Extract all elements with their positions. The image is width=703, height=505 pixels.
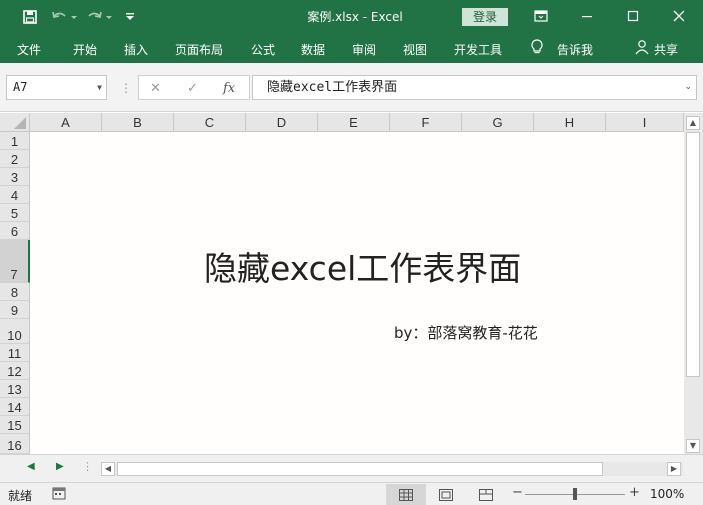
row-header[interactable]: 10 — [0, 319, 30, 344]
sheet-title-text[interactable]: 隐藏excel工作表界面 — [204, 242, 521, 290]
row-header[interactable]: 8 — [0, 283, 30, 301]
column-header-i[interactable]: I — [606, 113, 684, 132]
tab-home[interactable]: 开始 — [73, 41, 97, 58]
select-all-corner[interactable] — [0, 113, 30, 132]
sheet-tab-bar: ◀ ▶ ⋮ ◀ ▶ — [0, 454, 703, 482]
formula-bar-grip-icon[interactable]: ⋮ — [120, 81, 132, 95]
redo-icon[interactable] — [86, 7, 114, 27]
scroll-left-icon[interactable]: ◀ — [101, 462, 115, 476]
lightbulb-icon[interactable] — [530, 39, 544, 58]
row-header[interactable]: 16 — [0, 434, 30, 454]
tab-developer[interactable]: 开发工具 — [454, 41, 502, 58]
status-ready: 就绪 — [8, 489, 33, 503]
tab-page-layout[interactable]: 页面布局 — [175, 41, 223, 58]
row-header[interactable]: 14 — [0, 398, 30, 416]
row-header[interactable]: 6 — [0, 222, 30, 240]
row-header[interactable]: 4 — [0, 186, 30, 204]
zoom-out-button[interactable]: − — [512, 485, 523, 500]
row-header[interactable]: 5 — [0, 204, 30, 222]
maximize-icon[interactable] — [622, 6, 644, 26]
tab-split-grip-icon[interactable]: ⋮ — [82, 460, 93, 473]
row-header[interactable]: 3 — [0, 168, 30, 186]
expand-formula-bar-icon[interactable]: ⌄ — [684, 76, 692, 99]
tab-review[interactable]: 审阅 — [352, 41, 376, 58]
title-bar: 案例.xlsx - Excel 登录 — [0, 0, 703, 33]
zoom-slider-thumb[interactable] — [573, 488, 577, 500]
save-icon[interactable] — [20, 7, 40, 27]
ribbon-display-options-icon[interactable] — [530, 6, 552, 26]
zoom-in-button[interactable]: + — [629, 485, 640, 500]
scroll-right-icon[interactable]: ▶ — [667, 462, 681, 476]
login-button[interactable]: 登录 — [462, 8, 508, 26]
ribbon-tabs: 文件 开始 插入 页面布局 公式 数据 审阅 视图 开发工具 告诉我 共享 — [0, 33, 703, 63]
sheet-canvas[interactable] — [30, 132, 684, 454]
tab-data[interactable]: 数据 — [301, 41, 325, 58]
scroll-up-icon[interactable]: ▲ — [686, 116, 700, 130]
customize-qat-icon[interactable] — [122, 7, 138, 27]
row-header[interactable]: 2 — [0, 150, 30, 168]
column-header-g[interactable]: G — [462, 113, 534, 132]
sheet-byline-text[interactable]: by：部落窝教育-花花 — [394, 322, 538, 343]
tab-view[interactable]: 视图 — [403, 41, 427, 58]
macro-record-icon[interactable] — [52, 487, 66, 503]
formula-input[interactable]: 隐藏excel工作表界面 ⌄ — [252, 75, 697, 100]
formula-actions: ✕ ✓ fx — [138, 75, 250, 100]
window-title: 案例.xlsx - Excel — [307, 10, 403, 24]
column-header-h[interactable]: H — [534, 113, 606, 132]
page-break-preview-icon[interactable] — [466, 484, 506, 505]
tab-insert[interactable]: 插入 — [124, 41, 148, 58]
scroll-down-icon[interactable]: ▼ — [686, 439, 700, 453]
minimize-icon[interactable] — [576, 6, 598, 26]
zoom-level[interactable]: 100% — [650, 487, 684, 501]
row-header[interactable]: 11 — [0, 344, 30, 362]
user-icon[interactable] — [634, 39, 650, 58]
horizontal-scrollbar[interactable]: ◀ ▶ — [101, 462, 683, 476]
cancel-icon[interactable]: ✕ — [150, 81, 161, 96]
sheet-next-icon[interactable]: ▶ — [56, 461, 64, 472]
name-box-value: A7 — [13, 80, 28, 94]
name-box[interactable]: A7 ▼ — [6, 75, 107, 100]
formula-content: 隐藏excel工作表界面 — [267, 80, 398, 95]
column-header-b[interactable]: B — [102, 113, 174, 132]
vertical-scroll-thumb[interactable] — [686, 132, 700, 377]
row-header[interactable]: 9 — [0, 301, 30, 319]
horizontal-scroll-thumb[interactable] — [117, 462, 603, 476]
tell-me-label[interactable]: 告诉我 — [557, 41, 593, 58]
row-header[interactable]: 15 — [0, 416, 30, 434]
row-header[interactable]: 12 — [0, 362, 30, 380]
close-icon[interactable] — [668, 6, 690, 26]
vertical-scrollbar[interactable]: ▲ ▼ — [684, 113, 703, 454]
row-header[interactable]: 13 — [0, 380, 30, 398]
column-header-e[interactable]: E — [318, 113, 390, 132]
page-layout-view-icon[interactable] — [426, 484, 466, 505]
enter-icon[interactable]: ✓ — [187, 81, 198, 96]
row-header-selected[interactable]: 7 — [0, 240, 30, 283]
tab-formulas[interactable]: 公式 — [251, 41, 275, 58]
share-button[interactable]: 共享 — [654, 41, 678, 58]
normal-view-icon[interactable] — [386, 484, 426, 505]
insert-function-icon[interactable]: fx — [223, 81, 235, 96]
formula-bar: A7 ▼ ⋮ ✕ ✓ fx 隐藏excel工作表界面 ⌄ — [0, 63, 703, 112]
undo-icon[interactable] — [50, 7, 78, 27]
column-header-f[interactable]: F — [390, 113, 462, 132]
sheet-prev-icon[interactable]: ◀ — [27, 461, 35, 472]
column-header-d[interactable]: D — [246, 113, 318, 132]
tab-file[interactable]: 文件 — [17, 41, 41, 58]
status-bar: 就绪 − + 100% — [0, 482, 703, 505]
chevron-down-icon[interactable]: ▼ — [97, 76, 102, 99]
column-header-a[interactable]: A — [30, 113, 102, 132]
row-header[interactable]: 1 — [0, 132, 30, 150]
column-header-c[interactable]: C — [174, 113, 246, 132]
